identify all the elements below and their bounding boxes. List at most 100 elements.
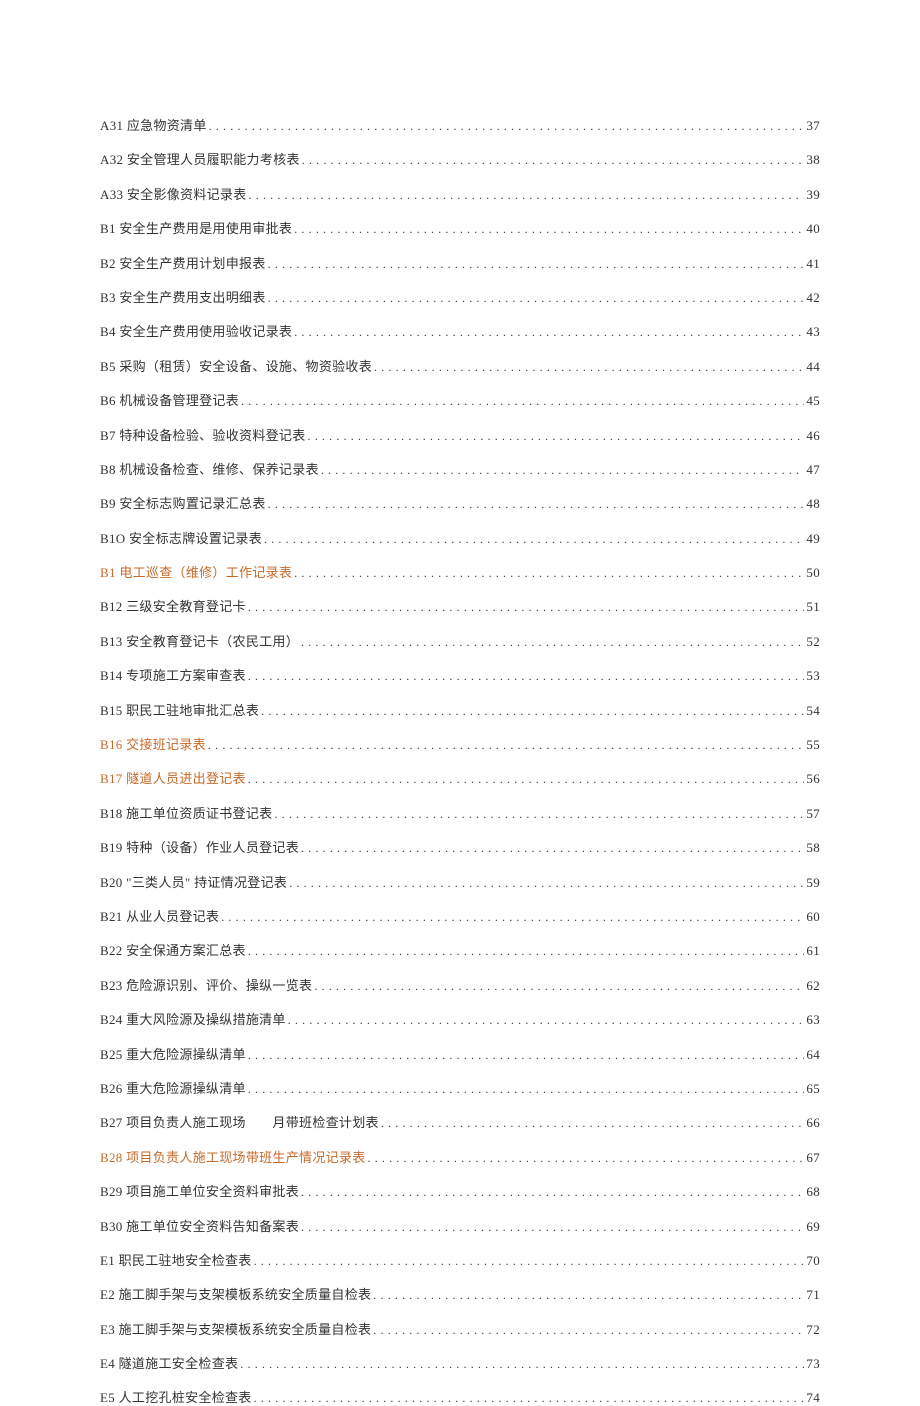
toc-leader-dots: [274, 807, 804, 822]
toc-entry-page: 59: [806, 875, 820, 891]
toc-entry[interactable]: B6 机械设备管理登记表 45: [100, 390, 820, 409]
toc-entry[interactable]: E1 职民工驻地安全检查表70: [100, 1250, 820, 1269]
toc-entry[interactable]: E5 人工挖孔桩安全检查表 74: [100, 1387, 820, 1406]
toc-entry-label: B1O 安全标志牌设置记录表: [100, 528, 262, 547]
toc-entry[interactable]: B18 施工单位资质证书登记表 57: [100, 803, 820, 822]
toc-entry[interactable]: B16 交接班记录表55: [100, 734, 820, 753]
toc-entry-label: E4 隧道施工安全检查表: [100, 1353, 238, 1372]
toc-entry[interactable]: E3 施工脚手架与支架模板系统安全质量自检表72: [100, 1319, 820, 1338]
toc-entry-label: B23 危险源识别、评价、操纵一览表: [100, 975, 312, 994]
toc-entry[interactable]: B13 安全教育登记卡（农民工用）52: [100, 631, 820, 650]
toc-leader-dots: [209, 119, 805, 134]
toc-leader-dots: [248, 944, 805, 959]
toc-leader-dots: [301, 635, 804, 650]
toc-leader-dots: [261, 704, 804, 719]
toc-leader-dots: [373, 1288, 804, 1303]
toc-leader-dots: [248, 1082, 805, 1097]
toc-entry-page: 66: [806, 1115, 820, 1131]
toc-entry[interactable]: B2 安全生产费用计划申报表 41: [100, 253, 820, 272]
toc-entry[interactable]: B15 职民工驻地审批汇总表54: [100, 700, 820, 719]
toc-entry-page: 39: [806, 187, 820, 203]
toc-entry-page: 38: [806, 152, 820, 168]
toc-entry-label: B15 职民工驻地审批汇总表: [100, 700, 259, 719]
toc-entry[interactable]: B1 电工巡查（维修）工作记录表50: [100, 562, 820, 581]
toc-entry-label: B6 机械设备管理登记表: [100, 390, 239, 409]
toc-entry[interactable]: A32 安全管理人员履职能力考核表 38: [100, 149, 820, 168]
toc-leader-dots: [301, 1185, 804, 1200]
toc-entry[interactable]: B12 三级安全教育登记卡51: [100, 596, 820, 615]
toc-entry[interactable]: B14 专项施工方案审查表53: [100, 665, 820, 684]
toc-entry-label: B18 施工单位资质证书登记表: [100, 803, 272, 822]
toc-entry-page: 74: [806, 1390, 820, 1406]
toc-entry-label: B2 安全生产费用计划申报表: [100, 253, 266, 272]
toc-entry[interactable]: B5 采购（租赁）安全设备、设施、物资验收表44: [100, 356, 820, 375]
toc-entry[interactable]: B3 安全生产费用支出明细表42: [100, 287, 820, 306]
toc-entry-page: 49: [806, 531, 820, 547]
toc-entry-page: 42: [806, 290, 820, 306]
toc-entry-label: B4 安全生产费用使用验收记录表: [100, 321, 292, 340]
toc-entry[interactable]: B24 重大风险源及操纵措施清单63: [100, 1009, 820, 1028]
toc-entry-label: B27 项目负责人施工现场 月带班检查计划表: [100, 1112, 379, 1131]
toc-entry[interactable]: B25 重大危险源操纵清单64: [100, 1044, 820, 1063]
toc-leader-dots: [321, 463, 805, 478]
toc-entry-page: 51: [806, 599, 820, 615]
toc-entry[interactable]: B29 项目施工单位安全资料审批表68: [100, 1181, 820, 1200]
toc-leader-dots: [241, 394, 804, 409]
toc-entry[interactable]: E4 隧道施工安全检查表73: [100, 1353, 820, 1372]
toc-entry-label: E2 施工脚手架与支架模板系统安全质量自检表: [100, 1284, 371, 1303]
toc-leader-dots: [268, 497, 805, 512]
toc-entry[interactable]: B28 项目负责人施工现场带班生产情况记录表67: [100, 1147, 820, 1166]
toc-entry-page: 41: [806, 256, 820, 272]
toc-leader-dots: [308, 429, 805, 444]
toc-entry-page: 69: [806, 1219, 820, 1235]
toc-entry-page: 45: [806, 393, 820, 409]
toc-entry-label: A32 安全管理人员履职能力考核表: [100, 149, 300, 168]
toc-entry-page: 58: [806, 840, 820, 856]
toc-leader-dots: [288, 1013, 805, 1028]
toc-entry-page: 56: [806, 771, 820, 787]
toc-leader-dots: [368, 1151, 805, 1166]
toc-entry-page: 57: [806, 806, 820, 822]
toc-entry-page: 50: [806, 565, 820, 581]
toc-entry-page: 72: [806, 1322, 820, 1338]
toc-entry-page: 52: [806, 634, 820, 650]
toc-entry-page: 43: [806, 324, 820, 340]
toc-entry[interactable]: B26 重大危险源操纵清单65: [100, 1078, 820, 1097]
toc-entry[interactable]: B23 危险源识别、评价、操纵一览表62: [100, 975, 820, 994]
toc-entry[interactable]: B19 特种（设备）作业人员登记表 58: [100, 837, 820, 856]
toc-leader-dots: [374, 360, 804, 375]
toc-entry-label: B19 特种（设备）作业人员登记表: [100, 837, 299, 856]
toc-leader-dots: [240, 1357, 804, 1372]
toc-entry-label: E1 职民工驻地安全检查表: [100, 1250, 252, 1269]
toc-entry-label: B29 项目施工单位安全资料审批表: [100, 1181, 299, 1200]
toc-leader-dots: [294, 222, 804, 237]
toc-leader-dots: [248, 772, 805, 787]
toc-entry-label: B24 重大风险源及操纵措施清单: [100, 1009, 286, 1028]
toc-entry[interactable]: B1O 安全标志牌设置记录表 49: [100, 528, 820, 547]
toc-entry[interactable]: B17 隧道人员进出登记表 56: [100, 768, 820, 787]
toc-entry[interactable]: A33 安全影像资料记录表39: [100, 184, 820, 203]
toc-entry[interactable]: B21 从业人员登记表60: [100, 906, 820, 925]
toc-leader-dots: [254, 1254, 805, 1269]
toc-entry-label: E5 人工挖孔桩安全检查表: [100, 1387, 252, 1406]
toc-entry-page: 61: [806, 943, 820, 959]
toc-entry[interactable]: B30 施工单位安全资料告知备案表 69: [100, 1216, 820, 1235]
toc-entry-label: B30 施工单位安全资料告知备案表: [100, 1216, 299, 1235]
toc-entry[interactable]: B27 项目负责人施工现场 月带班检查计划表 66: [100, 1112, 820, 1131]
toc-entry[interactable]: B1 安全生产费用是用使用审批表40: [100, 218, 820, 237]
toc-entry[interactable]: B4 安全生产费用使用验收记录表 43: [100, 321, 820, 340]
toc-entry[interactable]: B8 机械设备检查、维修、保养记录表47: [100, 459, 820, 478]
toc-entry-label: B17 隧道人员进出登记表: [100, 768, 246, 787]
toc-entry-page: 44: [806, 359, 820, 375]
toc-entry[interactable]: B22 安全保通方案汇总表61: [100, 940, 820, 959]
toc-entry[interactable]: B7 特种设备检验、验收资料登记表46: [100, 425, 820, 444]
toc-entry[interactable]: E2 施工脚手架与支架模板系统安全质量自检表71: [100, 1284, 820, 1303]
toc-entry-page: 37: [806, 118, 820, 134]
toc-entry-label: B9 安全标志购置记录汇总表: [100, 493, 266, 512]
toc-entry-label: B25 重大危险源操纵清单: [100, 1044, 246, 1063]
toc-entry[interactable]: B9 安全标志购置记录汇总表48: [100, 493, 820, 512]
toc-entry-label: B7 特种设备检验、验收资料登记表: [100, 425, 306, 444]
toc-entry[interactable]: B20 "三类人员" 持证情况登记表59: [100, 872, 820, 891]
page-container: A31 应急物资清单37 A32 安全管理人员履职能力考核表 38 A33 安全影像资…: [0, 0, 920, 1301]
toc-entry[interactable]: A31 应急物资清单37: [100, 115, 820, 134]
